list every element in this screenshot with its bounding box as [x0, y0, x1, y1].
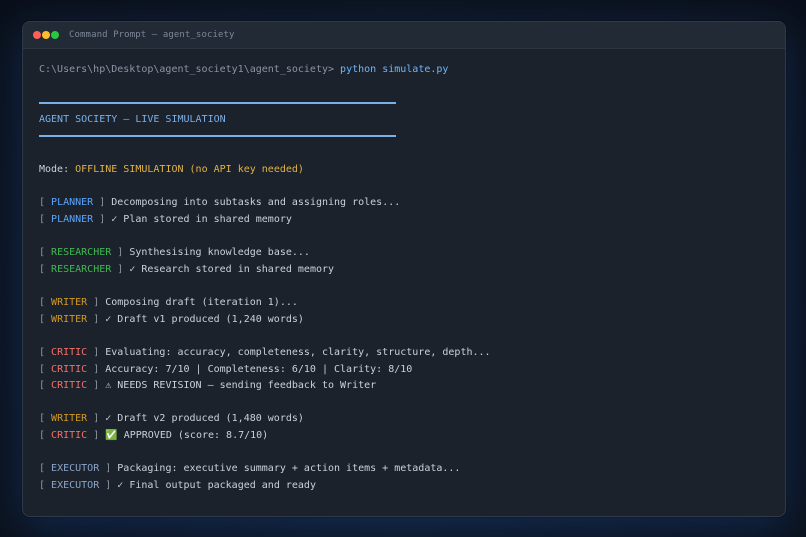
banner-rule-bottom: [39, 135, 396, 137]
log-line: [ PLANNER ] ✓ Plan stored in shared memo…: [39, 214, 292, 225]
title-bar: Command Prompt — agent_society: [23, 22, 785, 49]
log-message: Synthesising knowledge base...: [129, 247, 310, 258]
log-line: [ CRITIC ] Accuracy: 7/10 | Completeness…: [39, 364, 413, 375]
log-message: ✓ Final output packaged and ready: [117, 480, 316, 491]
agent-tag: CRITIC: [51, 347, 88, 358]
log-message: ✅ APPROVED (score: 8.7/10): [105, 430, 269, 441]
agent-tag: WRITER: [51, 314, 88, 325]
log-line: [ PLANNER ] Decomposing into subtasks an…: [39, 197, 401, 208]
mode-label: Mode:: [39, 164, 70, 175]
log-line: [ CRITIC ] ✅ APPROVED (score: 8.7/10): [39, 430, 269, 441]
agent-tag: PLANNER: [51, 214, 94, 225]
log-message: Evaluating: accuracy, completeness, clar…: [105, 347, 491, 358]
window-title: Command Prompt — agent_society: [69, 30, 235, 40]
agent-tag: WRITER: [51, 297, 88, 308]
log-message: Decomposing into subtasks and assigning …: [111, 197, 401, 208]
log-line: [ RESEARCHER ] Synthesising knowledge ba…: [39, 247, 310, 258]
terminal-window: Command Prompt — agent_society C:\Users\…: [22, 21, 786, 517]
log-line: [ CRITIC ] ⚠ NEEDS REVISION — sending fe…: [39, 380, 377, 391]
log-message: Packaging: executive summary + action it…: [117, 463, 461, 474]
agent-tag: PLANNER: [51, 197, 94, 208]
log-line: [ WRITER ] ✓ Draft v1 produced (1,240 wo…: [39, 314, 304, 325]
log-message: ✓ Draft v1 produced (1,240 words): [105, 314, 304, 325]
mode-value: OFFLINE SIMULATION (no API key needed): [75, 164, 304, 175]
log-message: ⚠ NEEDS REVISION — sending feedback to W…: [105, 380, 377, 391]
close-button[interactable]: [33, 31, 41, 39]
agent-tag: RESEARCHER: [51, 247, 112, 258]
agent-tag: CRITIC: [51, 380, 88, 391]
log-line: [ CRITIC ] Evaluating: accuracy, complet…: [39, 347, 491, 358]
log-message: ✓ Draft v2 produced (1,480 words): [105, 413, 304, 424]
maximize-button[interactable]: [51, 31, 59, 39]
banner-rule-top: [39, 102, 396, 104]
agent-tag: CRITIC: [51, 364, 88, 375]
log-line: [ RESEARCHER ] ✓ Research stored in shar…: [39, 264, 335, 275]
command-line: C:\Users\hp\Desktop\agent_society1\agent…: [39, 64, 448, 76]
log-message: Composing draft (iteration 1)...: [105, 297, 298, 308]
log-line: [ WRITER ] Composing draft (iteration 1)…: [39, 297, 298, 308]
log-message: ✓ Research stored in shared memory: [129, 264, 335, 275]
log-message: Accuracy: 7/10 | Completeness: 6/10 | Cl…: [105, 364, 413, 375]
log-message: ✓ Plan stored in shared memory: [111, 214, 292, 225]
banner-title: AGENT SOCIETY — LIVE SIMULATION: [39, 114, 226, 125]
agent-tag: EXECUTOR: [51, 463, 100, 474]
agent-tag: RESEARCHER: [51, 264, 112, 275]
log-line: [ EXECUTOR ] ✓ Final output packaged and…: [39, 480, 316, 491]
prompt-path: C:\Users\hp\Desktop\agent_society1\agent…: [39, 64, 335, 75]
mode-line: Mode: OFFLINE SIMULATION (no API key nee…: [39, 164, 304, 176]
log-line: [ WRITER ] ✓ Draft v2 produced (1,480 wo…: [39, 413, 304, 424]
minimize-button[interactable]: [42, 31, 50, 39]
agent-tag: EXECUTOR: [51, 480, 100, 491]
command-text: python simulate.py: [340, 64, 449, 75]
agent-tag: CRITIC: [51, 430, 88, 441]
agent-tag: WRITER: [51, 413, 88, 424]
log-line: [ EXECUTOR ] Packaging: executive summar…: [39, 463, 461, 474]
